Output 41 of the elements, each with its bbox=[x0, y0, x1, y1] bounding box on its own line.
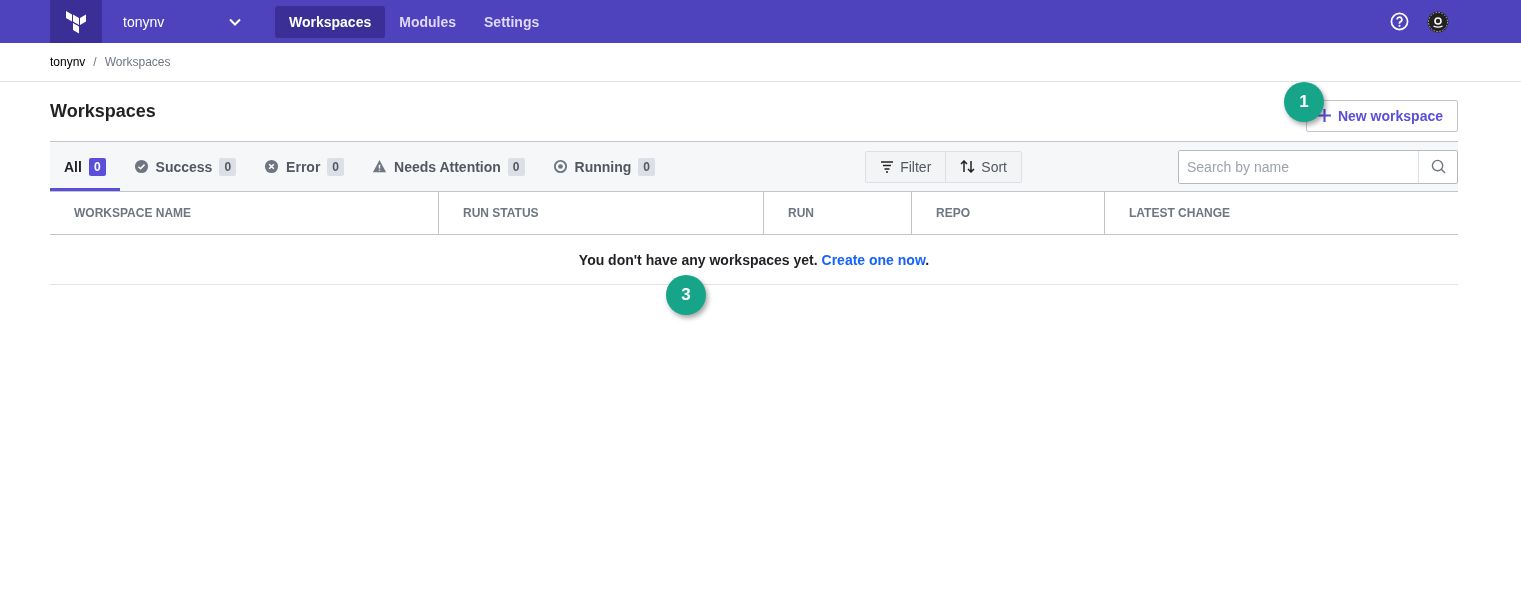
logo-tile[interactable] bbox=[50, 0, 102, 43]
column-header: LATEST CHANGE bbox=[1104, 192, 1458, 234]
filter-tab[interactable]: Error 0 bbox=[250, 142, 358, 191]
create-link[interactable]: Create one now bbox=[821, 251, 926, 268]
filter-tab[interactable]: Success 0 bbox=[119, 142, 251, 191]
callout-badge: 1 bbox=[1283, 81, 1324, 122]
count-badge: 0 bbox=[327, 157, 344, 176]
check-circle-icon bbox=[133, 159, 149, 174]
count-badge: 0 bbox=[88, 157, 106, 176]
count-badge: 0 bbox=[507, 157, 525, 176]
filter-tab[interactable]: All 0 bbox=[50, 142, 120, 191]
page-title: Workspaces bbox=[50, 101, 156, 122]
x-circle-icon bbox=[264, 159, 280, 174]
plus-icon bbox=[1316, 108, 1332, 123]
callout-badge: 3 bbox=[666, 275, 706, 315]
column-header: REPO bbox=[911, 192, 1104, 234]
logo-icon bbox=[65, 9, 87, 34]
chevron-down-icon bbox=[229, 17, 241, 26]
column-header: RUN STATUS bbox=[438, 192, 763, 234]
nav-tab[interactable]: Modules bbox=[385, 5, 470, 38]
avatar-icon[interactable] bbox=[1427, 10, 1449, 33]
search-field[interactable]: Search by name bbox=[1178, 149, 1458, 184]
column-header: RUN bbox=[763, 192, 911, 234]
filter-tab[interactable]: Needs Attention 0 bbox=[358, 142, 539, 191]
filter-icon bbox=[880, 160, 895, 173]
breadcrumb-separator: / bbox=[93, 55, 97, 69]
running-circle-icon bbox=[552, 159, 568, 174]
breadcrumb-link[interactable]: tonynv bbox=[50, 55, 86, 69]
empty-state-message: You don't have any workspaces yet. Create one now. bbox=[578, 251, 930, 268]
org-switcher[interactable]: tonynv bbox=[123, 13, 241, 30]
count-badge: 0 bbox=[219, 157, 237, 176]
sort-button[interactable]: Sort bbox=[945, 151, 1021, 182]
sort-arrows-icon bbox=[960, 160, 976, 173]
nav-tab[interactable]: Workspaces bbox=[275, 5, 386, 38]
filter-tab[interactable]: Running 0 bbox=[538, 142, 669, 191]
breadcrumb-link[interactable]: Workspaces bbox=[104, 55, 171, 69]
column-header: WORKSPACE NAME bbox=[73, 205, 193, 222]
warning-icon bbox=[372, 159, 387, 174]
nav-tab[interactable]: Settings bbox=[470, 5, 554, 38]
count-badge: 0 bbox=[638, 157, 655, 176]
help-icon[interactable] bbox=[1390, 12, 1409, 31]
